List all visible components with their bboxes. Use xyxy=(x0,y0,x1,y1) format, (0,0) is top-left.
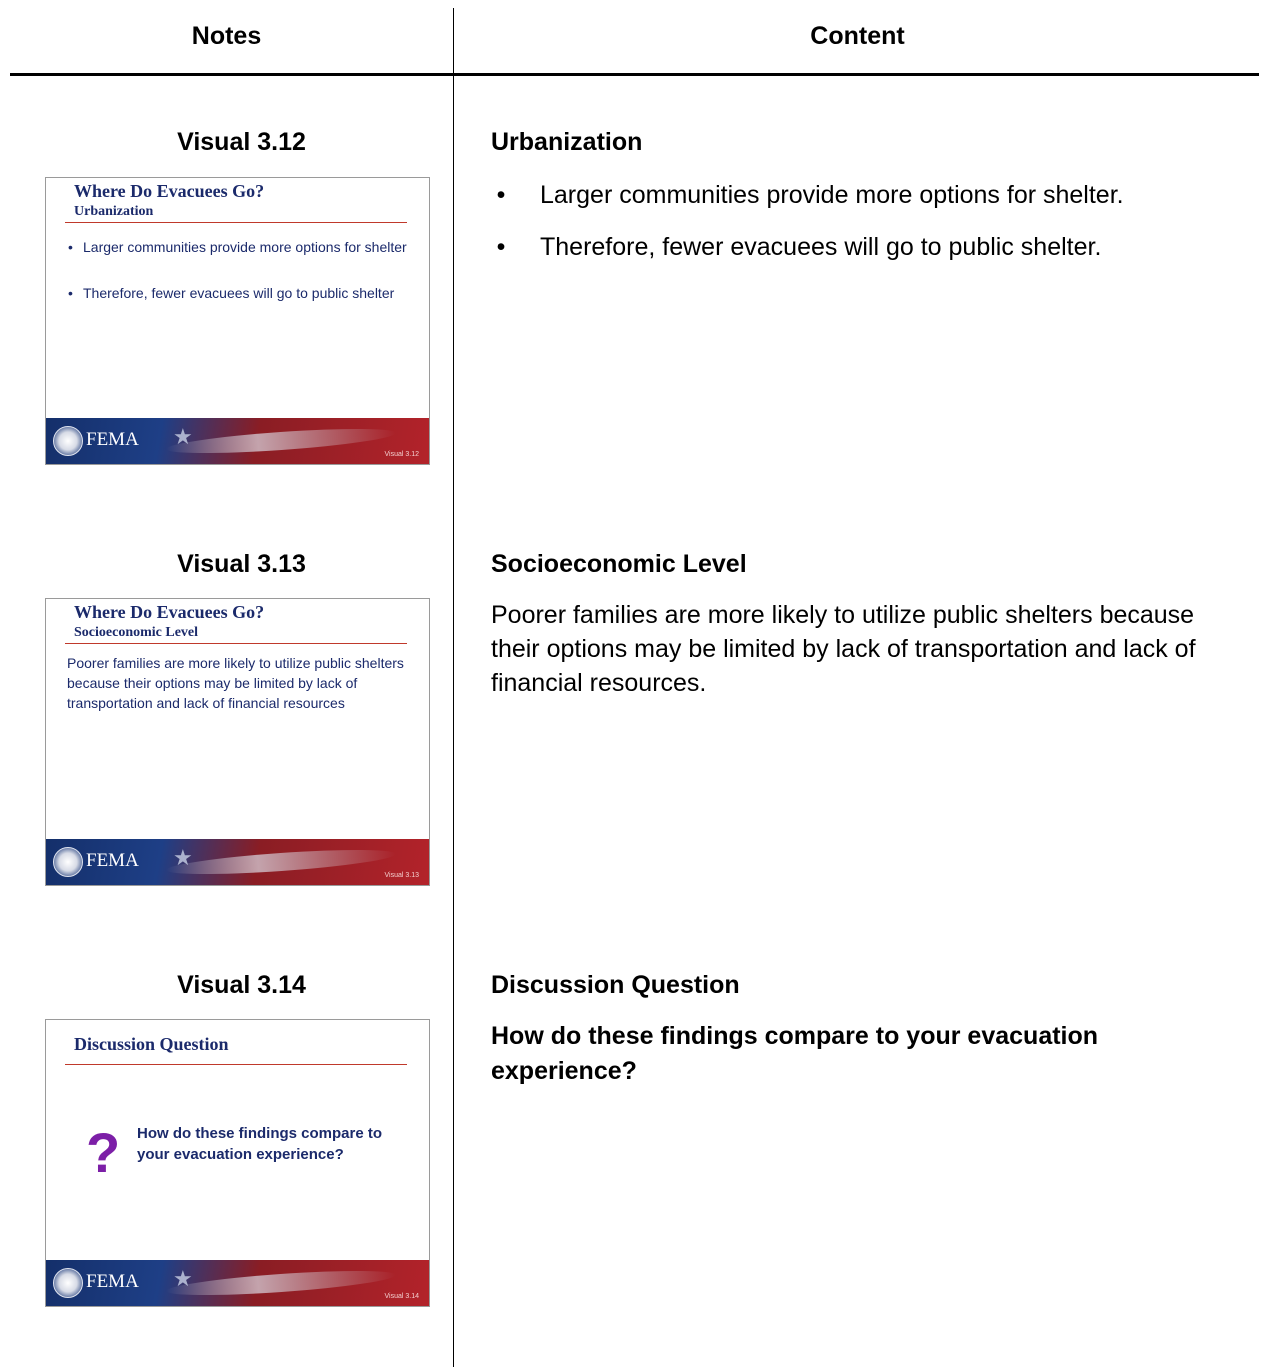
slide-title: Where Do Evacuees Go? xyxy=(74,602,265,622)
slide-thumbnail-3-14: Discussion Question ? How do these findi… xyxy=(45,1019,430,1307)
slide-footer-banner: ★ FEMA Visual 3.14 xyxy=(46,1260,429,1306)
slide-question-text: How do these findings compare to your ev… xyxy=(137,1125,383,1163)
slide-body-text: Poorer families are more likely to utili… xyxy=(67,655,404,711)
slide-visual-number: Visual 3.13 xyxy=(384,872,419,879)
section-title-socioeconomic: Socioeconomic Level xyxy=(491,550,747,578)
content-column-header: Content xyxy=(810,22,905,50)
star-icon: ★ xyxy=(173,845,193,870)
slide-visual-number: Visual 3.12 xyxy=(384,451,419,458)
slide-thumbnail-3-13: Where Do Evacuees Go? Socioeconomic Leve… xyxy=(45,598,430,886)
fema-logo-text: FEMA xyxy=(86,850,139,871)
content-bullet-list: • Larger communities provide more options… xyxy=(491,180,1251,284)
slide-visual-number: Visual 3.14 xyxy=(384,1293,419,1300)
content-bullet: • Larger communities provide more options… xyxy=(496,181,1124,209)
slide-title-rule xyxy=(65,643,407,644)
slide-subtitle: Socioeconomic Level xyxy=(74,625,199,640)
slide-footer-banner: ★ FEMA Visual 3.13 xyxy=(46,839,429,885)
slide-title: Where Do Evacuees Go? xyxy=(74,181,265,201)
dhs-seal-icon xyxy=(53,847,83,877)
visual-label-3-12: Visual 3.12 xyxy=(177,128,306,156)
question-mark-icon: ? xyxy=(86,1121,121,1184)
slide-bullet: • Larger communities provide more options… xyxy=(68,239,407,255)
visual-label-3-14: Visual 3.14 xyxy=(177,971,306,999)
content-bullet: • Therefore, fewer evacuees will go to pu… xyxy=(496,233,1102,261)
slide-footer-banner: ★ FEMA Visual 3.12 xyxy=(46,418,429,464)
flag-swoosh-graphic xyxy=(165,423,397,459)
column-divider xyxy=(453,8,454,1367)
slide-subtitle: Urbanization xyxy=(74,204,154,219)
discussion-question-text: How do these findings compare to your ev… xyxy=(491,1022,1099,1085)
flag-swoosh-graphic xyxy=(165,844,397,880)
slide-bullet-list: • Larger communities provide more options… xyxy=(66,238,411,330)
slide-title-rule xyxy=(65,1064,407,1065)
fema-logo-text: FEMA xyxy=(86,429,139,450)
flag-swoosh-graphic xyxy=(165,1265,397,1301)
visual-label-3-13: Visual 3.13 xyxy=(177,550,306,578)
dhs-seal-icon xyxy=(53,1268,83,1298)
slide-bullet: • Therefore, fewer evacuees will go to pu… xyxy=(68,285,395,301)
star-icon: ★ xyxy=(173,1266,193,1291)
notes-column-header: Notes xyxy=(191,22,262,50)
section-title-urbanization: Urbanization xyxy=(491,128,643,156)
section-title-discussion: Discussion Question xyxy=(491,971,740,999)
fema-logo-text: FEMA xyxy=(86,1271,139,1292)
dhs-seal-icon xyxy=(53,426,83,456)
slide-thumbnail-3-12: Where Do Evacuees Go? Urbanization • Larg… xyxy=(45,177,430,465)
header-divider xyxy=(10,73,1259,76)
star-icon: ★ xyxy=(173,424,193,449)
content-paragraph: Poorer families are more likely to utili… xyxy=(491,601,1196,697)
slide-title-rule xyxy=(65,222,407,223)
slide-title: Discussion Question xyxy=(74,1034,229,1054)
